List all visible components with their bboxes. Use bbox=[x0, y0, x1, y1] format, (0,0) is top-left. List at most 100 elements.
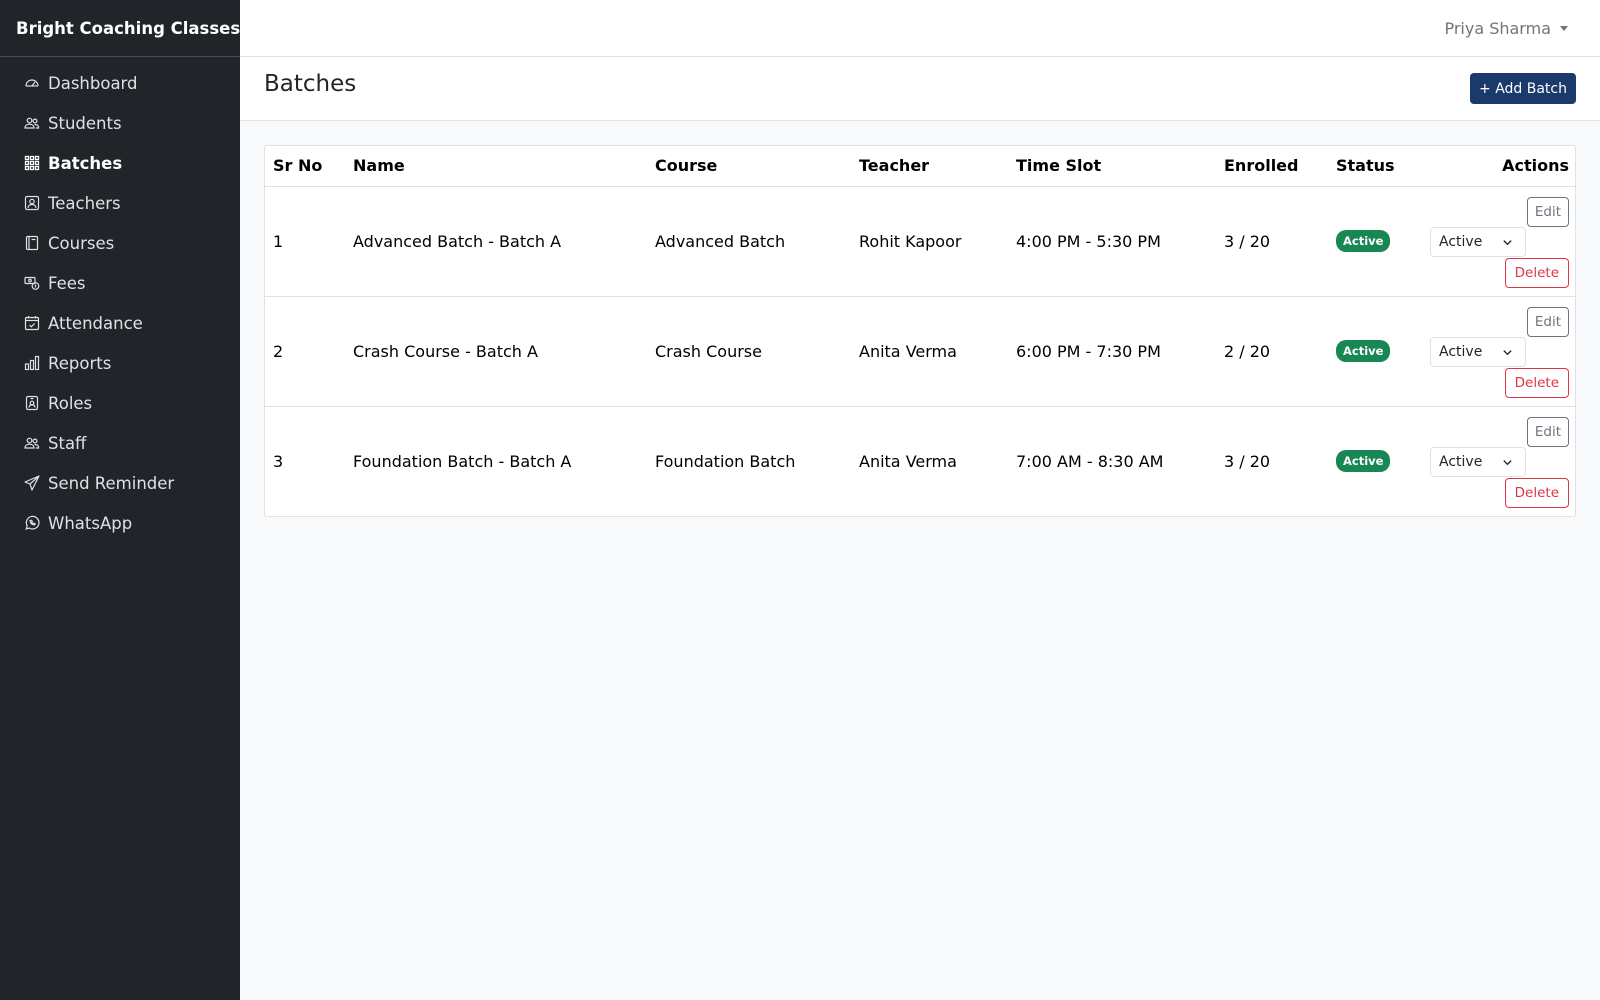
cell-status: Active bbox=[1328, 296, 1423, 407]
send-icon bbox=[24, 475, 40, 491]
table-header-row: Sr No Name Course Teacher Time Slot Enro… bbox=[265, 146, 1575, 187]
sidebar-item-label: Roles bbox=[48, 393, 93, 413]
sidebar-item-staff[interactable]: Staff bbox=[0, 423, 240, 463]
cell-time-slot: 4:00 PM - 5:30 PM bbox=[1008, 186, 1216, 297]
sidebar-item-label: Batches bbox=[48, 153, 123, 173]
sidebar-item-label: Staff bbox=[48, 433, 87, 453]
cell-status: Active bbox=[1328, 406, 1423, 516]
grid-icon bbox=[24, 155, 40, 171]
sidebar-item-attendance[interactable]: Attendance bbox=[0, 303, 240, 343]
brand-title[interactable]: Bright Coaching Classes bbox=[0, 0, 240, 57]
column-header-status: Status bbox=[1328, 146, 1423, 187]
people-icon bbox=[24, 115, 40, 131]
sidebar-item-whatsapp[interactable]: WhatsApp bbox=[0, 503, 240, 543]
status-select[interactable]: Active bbox=[1430, 446, 1526, 477]
sidebar-item-label: Fees bbox=[48, 273, 86, 293]
user-menu[interactable]: Priya Sharma bbox=[1444, 0, 1568, 56]
bar-chart-icon bbox=[24, 355, 40, 371]
cell-course: Foundation Batch bbox=[655, 451, 796, 471]
cell-enrolled: 2 / 20 bbox=[1216, 296, 1328, 407]
column-header-time-slot: Time Slot bbox=[1008, 146, 1216, 187]
sidebar-item-label: Send Reminder bbox=[48, 473, 175, 493]
delete-button[interactable]: Delete bbox=[1504, 257, 1569, 288]
delete-button[interactable]: Delete bbox=[1504, 477, 1569, 508]
cell-course: Advanced Batch bbox=[647, 186, 851, 297]
sidebar-item-dashboard[interactable]: Dashboard bbox=[0, 63, 240, 103]
user-name: Priya Sharma bbox=[1444, 18, 1551, 38]
id-badge-icon bbox=[24, 395, 40, 411]
column-header-name: Name bbox=[345, 146, 647, 187]
column-header-course: Course bbox=[647, 146, 851, 187]
status-select[interactable]: Active bbox=[1430, 336, 1526, 367]
cell-teacher: Anita Verma bbox=[859, 451, 957, 471]
add-batch-button[interactable]: + Add Batch bbox=[1470, 73, 1576, 104]
whatsapp-icon bbox=[24, 515, 40, 531]
cell-sr-no: 1 bbox=[265, 186, 345, 297]
column-header-actions: Actions bbox=[1423, 146, 1575, 187]
cell-enrolled: 3 / 20 bbox=[1224, 451, 1271, 471]
status-badge: Active bbox=[1336, 450, 1391, 473]
cell-actions: Edit Active Delete bbox=[1423, 186, 1575, 297]
status-select-value: Active bbox=[1439, 233, 1483, 250]
book-icon bbox=[24, 235, 40, 251]
chevron-down-icon bbox=[1503, 239, 1512, 245]
sidebar-item-roles[interactable]: Roles bbox=[0, 383, 240, 423]
column-header-teacher: Teacher bbox=[851, 146, 1008, 187]
sidebar-item-label: Attendance bbox=[48, 313, 143, 333]
column-header-sr-no: Sr No bbox=[265, 146, 345, 187]
sidebar-item-batches[interactable]: Batches bbox=[0, 143, 240, 183]
sidebar-item-teachers[interactable]: Teachers bbox=[0, 183, 240, 223]
edit-button[interactable]: Edit bbox=[1526, 416, 1569, 447]
batches-table-card: Sr No Name Course Teacher Time Slot Enro… bbox=[264, 145, 1576, 517]
sidebar-item-label: Teachers bbox=[48, 193, 121, 213]
sidebar-item-label: Reports bbox=[48, 353, 112, 373]
cell-sr-no: 3 bbox=[273, 451, 284, 471]
speedometer-icon bbox=[24, 75, 40, 91]
cell-time-slot: 7:00 AM - 8:30 AM bbox=[1016, 451, 1164, 471]
cell-teacher: Anita Verma bbox=[851, 296, 1008, 407]
status-select[interactable]: Active bbox=[1430, 226, 1526, 257]
status-badge: Active bbox=[1336, 230, 1391, 252]
person-badge-icon bbox=[24, 195, 40, 211]
status-select-value: Active bbox=[1439, 343, 1483, 360]
status-select-value: Active bbox=[1439, 453, 1483, 470]
chevron-down-icon bbox=[1503, 349, 1512, 355]
topbar: Priya Sharma bbox=[240, 0, 1600, 57]
chevron-down-icon bbox=[1503, 459, 1512, 465]
sidebar-item-label: Courses bbox=[48, 233, 115, 253]
cash-coin-icon bbox=[24, 275, 40, 291]
page-title: Batches bbox=[264, 71, 357, 97]
cell-sr-no: 2 bbox=[265, 296, 345, 407]
cell-name: Advanced Batch - Batch A bbox=[345, 186, 647, 297]
sidebar-item-fees[interactable]: Fees bbox=[0, 263, 240, 303]
table-row: 1 Advanced Batch - Batch A Advanced Batc… bbox=[265, 186, 1575, 297]
cell-status: Active bbox=[1328, 186, 1423, 297]
sidebar-item-reports[interactable]: Reports bbox=[0, 343, 240, 383]
sidebar: Bright Coaching Classes Dashboard Studen… bbox=[0, 0, 240, 1000]
cell-actions: Edit Active Delete bbox=[1423, 406, 1575, 516]
batches-table: Sr No Name Course Teacher Time Slot Enro… bbox=[265, 146, 1575, 516]
cell-actions: Edit Active Delete bbox=[1423, 296, 1575, 407]
caret-down-icon bbox=[1560, 25, 1568, 31]
cell-name: Foundation Batch - Batch A bbox=[353, 451, 572, 471]
cell-course: Crash Course bbox=[647, 296, 851, 407]
calendar-check-icon bbox=[24, 315, 40, 331]
cell-name: Crash Course - Batch A bbox=[345, 296, 647, 407]
page-header: Batches + Add Batch bbox=[240, 57, 1600, 121]
table-row: 3 Foundation Batch - Batch A Foundation … bbox=[265, 406, 1575, 516]
sidebar-item-courses[interactable]: Courses bbox=[0, 223, 240, 263]
delete-button[interactable]: Delete bbox=[1504, 367, 1569, 398]
table-row: 2 Crash Course - Batch A Crash Course An… bbox=[265, 296, 1575, 407]
cell-enrolled: 3 / 20 bbox=[1216, 186, 1328, 297]
people-icon bbox=[24, 435, 40, 451]
cell-teacher: Rohit Kapoor bbox=[851, 186, 1008, 297]
status-badge: Active bbox=[1336, 340, 1391, 362]
sidebar-item-send-reminder[interactable]: Send Reminder bbox=[0, 463, 240, 503]
edit-button[interactable]: Edit bbox=[1526, 196, 1569, 227]
edit-button[interactable]: Edit bbox=[1526, 306, 1569, 337]
sidebar-nav: Dashboard Students Batches Teachers Cour… bbox=[0, 57, 240, 543]
column-header-enrolled: Enrolled bbox=[1216, 146, 1328, 187]
sidebar-item-students[interactable]: Students bbox=[0, 103, 240, 143]
sidebar-item-label: Dashboard bbox=[48, 73, 138, 93]
cell-time-slot: 6:00 PM - 7:30 PM bbox=[1008, 296, 1216, 407]
